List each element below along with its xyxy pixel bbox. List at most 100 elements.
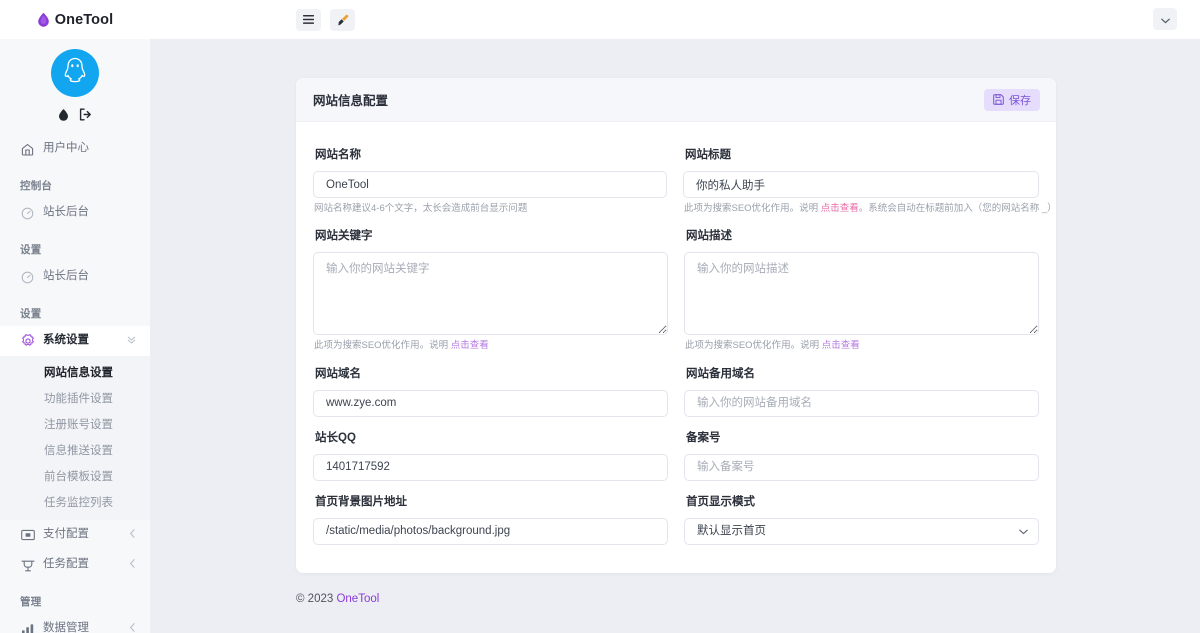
home-background-input[interactable] [313,517,668,545]
field-home-background: 首页背景图片地址 [313,481,668,545]
hamburger-menu-button[interactable] [296,8,321,31]
bar-chart-icon [20,622,35,633]
field-home-display-mode: 首页显示模式 默认显示首页 [684,481,1039,545]
hint-link[interactable]: 点击查看 [821,203,859,214]
hint-text-post: 。系统会自动在标题前加入（您的网站名称 _）前缀信息 [858,203,1056,214]
topbar-tools [296,8,355,31]
save-button[interactable]: 保存 [984,88,1040,111]
sidebar-item-label: 站长后台 [43,206,89,219]
site-title-hint: 此项为搜索SEO优化作用。说明 点击查看。系统会自动在标题前加入（您的网站名称 … [684,203,1056,215]
field-site-backup-domain: 网站备用域名 [684,353,1039,417]
brush-icon [337,14,349,26]
field-site-description: 网站描述 此项为搜索SEO优化作用。说明 点击查看 [684,215,1039,352]
site-name-input[interactable] [313,171,667,198]
field-site-title: 网站标题 此项为搜索SEO优化作用。说明 点击查看。系统会自动在标题前加入（您的… [683,134,1056,215]
sidebar-item-data-manage[interactable]: 数据管理 [0,614,150,633]
chevron-left-icon [129,623,136,633]
sidebar-section-console: 控制台 [20,180,53,192]
form-row-5: 首页背景图片地址 首页显示模式 默认显示首页 [313,481,1039,545]
site-keywords-textarea[interactable] [313,252,668,336]
sidebar-item-user-center[interactable]: 用户中心 [0,134,150,164]
user-menu-button[interactable] [1153,8,1177,30]
sidebar-profile [0,39,150,129]
admin-qq-label: 站长QQ [315,431,356,444]
site-description-textarea[interactable] [684,252,1039,336]
site-description-hint: 此项为搜索SEO优化作用。说明 点击查看 [685,340,1039,352]
sidebar-subitem-plugins[interactable]: 功能插件设置 [0,385,150,411]
site-title-input[interactable] [683,171,1039,198]
field-site-name: 网站名称 网站名称建议4-6个文字，太长会造成前台显示问题 [313,134,667,215]
sidebar-section-manage: 管理 [20,596,42,608]
chevron-left-icon [129,559,136,572]
sidebar-item-payment-config[interactable]: 支付配置 [0,520,150,550]
sidebar-submenu-system-settings: 网站信息设置 功能插件设置 注册账号设置 信息推送设置 前台模板设置 任务监控列… [0,356,150,520]
sidebar-section-settings-2: 设置 [20,308,42,320]
chevron-down-icon [1160,12,1170,27]
sidebar-item-label: 数据管理 [43,622,89,633]
sidebar: 用户中心 控制台 站长后台 设置 站长后台 设置 系统设置 网站信息设置 功能插… [0,39,150,633]
sidebar-subitem-task-monitor[interactable]: 任务监控列表 [0,489,150,515]
brand-logo[interactable]: OneTool [0,0,150,39]
field-site-domain: 网站域名 [313,353,668,417]
chevron-left-icon [129,529,136,542]
footer-brand-link[interactable]: OneTool [336,593,379,605]
home-display-mode-wrap: 默认显示首页 [684,517,1039,545]
top-bar: OneTool [0,0,1200,39]
sidebar-section-settings-1: 设置 [20,244,42,256]
avatar[interactable] [51,49,99,97]
sidebar-item-label: 用户中心 [43,142,89,155]
hint-link[interactable]: 点击查看 [822,340,860,351]
icp-number-input[interactable] [684,453,1039,481]
field-site-keywords: 网站关键字 此项为搜索SEO优化作用。说明 点击查看 [313,215,668,352]
form-row-1: 网站名称 网站名称建议4-6个文字，太长会造成前台显示问题 网站标题 此项为搜索… [313,134,1056,215]
sidebar-item-label: 系统设置 [43,334,89,347]
admin-qq-input[interactable] [313,453,668,481]
hint-link[interactable]: 点击查看 [451,340,489,351]
dashboard-icon [20,270,35,285]
sidebar-item-task-config[interactable]: 任务配置 [0,550,150,580]
sidebar-subitem-push[interactable]: 信息推送设置 [0,437,150,463]
sidebar-item-settings-admin[interactable]: 站长后台 [0,262,150,292]
form-row-3: 网站域名 网站备用域名 [313,353,1039,417]
save-button-label: 保存 [1009,94,1031,107]
sidebar-item-label: 支付配置 [43,528,89,541]
payment-card-icon [20,528,35,543]
logout-icon[interactable] [79,108,92,121]
field-admin-qq: 站长QQ [313,417,668,481]
main-content: 网站信息配置 保存 网站名称 网站名称建议4-6个文字，太长会造成前台显示问题 … [150,39,1200,633]
form-row-2: 网站关键字 此项为搜索SEO优化作用。说明 点击查看 网站描述 此项为搜索SEO… [313,215,1039,352]
sidebar-item-console-admin[interactable]: 站长后台 [0,198,150,228]
card-header: 网站信息配置 保存 [296,78,1056,122]
sidebar-item-system-settings[interactable]: 系统设置 [0,326,150,356]
site-backup-domain-input[interactable] [684,389,1039,417]
sidebar-subitem-template[interactable]: 前台模板设置 [0,463,150,489]
theme-brush-button[interactable] [330,8,355,31]
hint-text-pre: 此项为搜索SEO优化作用。说明 [314,340,451,352]
page-title: 网站信息配置 [313,94,389,108]
site-backup-domain-label: 网站备用域名 [686,367,755,380]
gear-icon [20,334,35,349]
sidebar-subitem-site-info[interactable]: 网站信息设置 [0,359,150,385]
floppy-save-icon [993,94,1004,105]
droplet-icon [37,12,50,27]
sidebar-subitem-label: 信息推送设置 [44,445,113,457]
site-domain-input[interactable] [313,389,668,417]
qq-penguin-avatar [58,54,92,93]
site-title-label: 网站标题 [685,149,731,161]
site-info-card: 网站信息配置 保存 网站名称 网站名称建议4-6个文字，太长会造成前台显示问题 … [296,78,1056,573]
droplet-icon[interactable] [58,108,69,121]
sidebar-subitem-label: 前台模板设置 [44,471,113,483]
field-icp-number: 备案号 [684,417,1039,481]
sidebar-subitem-label: 网站信息设置 [44,367,113,379]
site-keywords-hint: 此项为搜索SEO优化作用。说明 点击查看 [314,340,668,352]
home-display-mode-select[interactable]: 默认显示首页 [684,517,1039,545]
home-display-mode-label: 首页显示模式 [686,495,755,508]
hint-text-pre: 此项为搜索SEO优化作用。说明 [684,203,821,214]
home-icon [20,142,35,157]
sidebar-item-label: 任务配置 [43,558,89,571]
sidebar-subitem-register[interactable]: 注册账号设置 [0,411,150,437]
hamburger-menu-icon [303,15,314,24]
icp-number-label: 备案号 [686,431,721,444]
task-icon [20,558,35,573]
site-domain-label: 网站域名 [315,367,361,380]
